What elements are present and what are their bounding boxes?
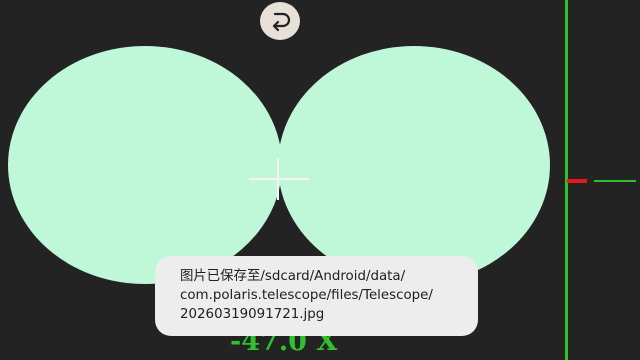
toast-line-1: 图片已保存至/sdcard/Android/data/ (180, 269, 406, 284)
toast-line-2: com.polaris.telescope/files/Telescope/ (180, 288, 433, 303)
crosshair-horizontal-line (249, 178, 309, 180)
crosshair-vertical-line (277, 158, 279, 200)
zoom-slider[interactable] (564, 0, 640, 360)
zoom-slider-thumb[interactable] (567, 179, 587, 183)
return-arrow-icon (272, 12, 291, 32)
back-button[interactable] (260, 2, 300, 40)
telescope-camera-screen: -47.0 X 图片已保存至/sdcard/Android/data/ com.… (0, 0, 640, 360)
save-toast: 图片已保存至/sdcard/Android/data/ com.polaris.… (155, 256, 478, 336)
level-indicator-line (594, 180, 636, 182)
crosshair (249, 158, 309, 200)
toast-line-3: 20260319091721.jpg (180, 307, 325, 322)
